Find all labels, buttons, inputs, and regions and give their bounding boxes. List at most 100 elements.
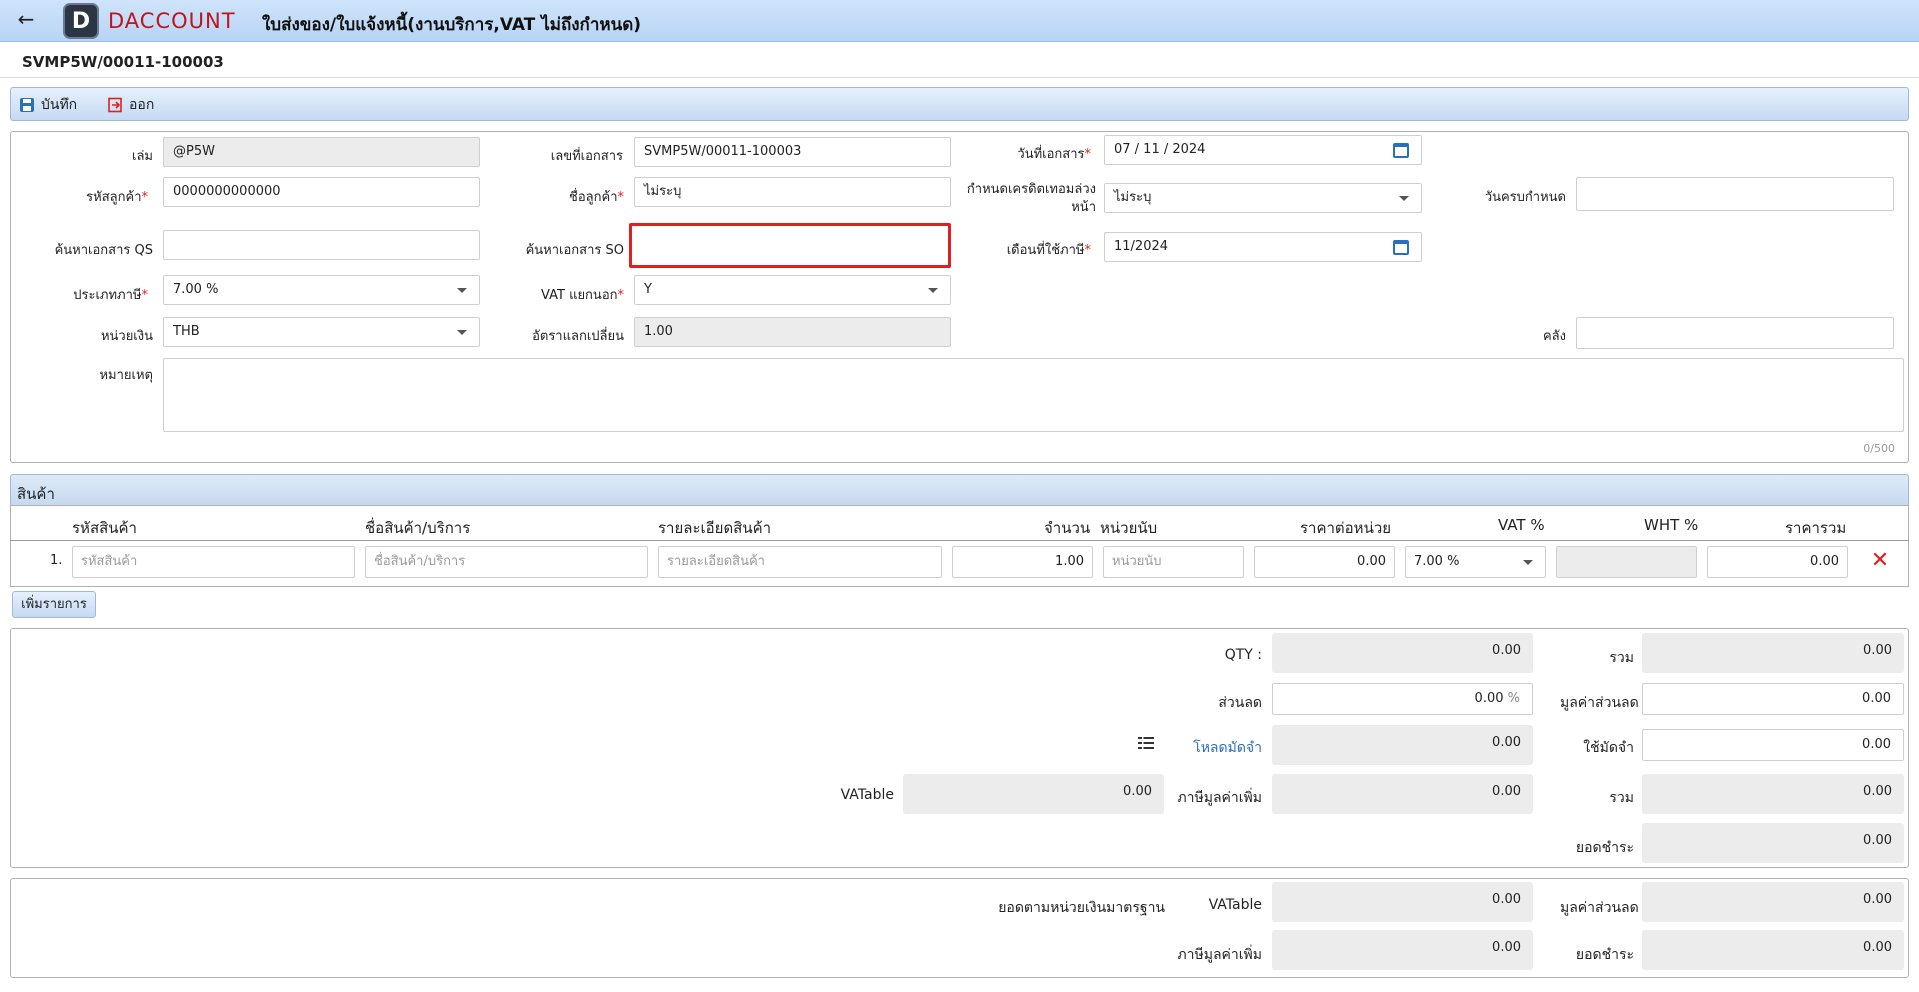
deposit-value: 0.00 [1272, 725, 1533, 765]
unit-input[interactable]: หน่วยนับ [1103, 546, 1244, 578]
pay-value: 0.00 [1642, 823, 1904, 863]
total-label: รวม [1609, 790, 1634, 806]
document-number: SVMP5W/00011-100003 [22, 53, 224, 71]
warehouse-label: คลัง [1542, 329, 1566, 344]
total-value: 0.00 [1642, 774, 1904, 814]
base-vatable-value: 0.00 [1272, 882, 1533, 922]
so-search-label: ค้นหาเอกสาร SO [525, 243, 624, 258]
use-deposit-input[interactable]: 0.00 [1642, 729, 1904, 761]
credit-term-select[interactable]: ไม่ระบุ [1104, 183, 1422, 213]
remark-textarea[interactable] [163, 358, 1904, 432]
total-input: 0.00 [1707, 546, 1848, 578]
save-button[interactable]: บันทึก [19, 95, 77, 115]
col-product-name: ชื่อสินค้า/บริการ [365, 519, 471, 537]
save-label: บันทึก [41, 97, 78, 113]
custcode-field[interactable]: 0000000000000 [163, 177, 480, 207]
taxmonth-field[interactable]: 11/2024 [1104, 232, 1422, 262]
custcode-label: รหัสลูกค้า* [86, 190, 148, 205]
qs-search-label: ค้นหาเอกสาร QS [54, 243, 153, 258]
duedate-label: วันครบกำหนด [1484, 190, 1566, 205]
add-item-button[interactable]: เพิ่มรายการ [12, 591, 96, 618]
list-icon[interactable] [1138, 736, 1154, 750]
page-title: ใบส่งของ/ใบแจ้งหนี้(งานบริการ,VAT ไม่ถึง… [262, 15, 642, 35]
app-header: ← D DACCOUNT ใบส่งของ/ใบแจ้งหนี้(งานบริก… [0, 0, 1919, 42]
docno-label: เลขที่เอกสาร [550, 149, 623, 164]
chevron-down-icon [457, 330, 467, 335]
rate-field: 1.00 [634, 317, 951, 347]
base-vatable-label: VATable [1208, 897, 1262, 913]
logo-icon: D [63, 3, 99, 39]
exit-button[interactable]: ออก [107, 95, 154, 115]
delete-row-icon[interactable]: ✕ [1870, 550, 1890, 572]
vatable-value: 0.00 [903, 774, 1164, 814]
col-product-detail: รายละเอียดสินค้า [658, 519, 772, 537]
docno-field[interactable]: SVMP5W/00011-100003 [634, 137, 951, 167]
col-product-code: รหัสสินค้า [72, 519, 137, 537]
col-wht: WHT % [1644, 516, 1699, 534]
products-section-header: สินค้า [10, 474, 1909, 506]
use-deposit-label: ใช้มัดจำ [1583, 740, 1634, 756]
unit-price-input[interactable]: 0.00 [1254, 546, 1395, 578]
docdate-field[interactable]: 07 / 11 / 2024 [1104, 135, 1422, 165]
col-unit: หน่วยนับ [1100, 519, 1158, 537]
col-unit-price: ราคาต่อหน่วย [1300, 519, 1392, 537]
discount-amount-label: มูลค่าส่วนลด [1560, 695, 1639, 711]
rate-label: อัตราแลกเปลี่ยน [532, 329, 624, 344]
vat-amount-value: 0.00 [1272, 774, 1533, 814]
custname-field[interactable]: ไม่ระบุ [634, 177, 951, 207]
remark-label: หมายเหตุ [99, 368, 153, 383]
discount-input[interactable]: 0.00 % [1272, 683, 1533, 715]
book-label: เล่ม [132, 149, 153, 164]
book-field: @P5W [163, 137, 480, 167]
load-deposit-link[interactable]: โหลดมัดจำ [1170, 737, 1262, 759]
sum-label: รวม [1609, 650, 1634, 666]
chevron-down-icon [457, 288, 467, 293]
remark-counter: 0/500 [1863, 442, 1895, 455]
so-search-field[interactable] [629, 223, 951, 268]
logo-text: DACCOUNT [108, 9, 236, 33]
base-discount-value: 0.00 [1642, 882, 1904, 922]
sum-value: 0.00 [1642, 633, 1904, 673]
save-icon [20, 98, 34, 112]
taxmonth-label: เดือนที่ใช้ภาษี* [1006, 243, 1091, 258]
product-name-input[interactable]: ชื่อสินค้า/บริการ [365, 546, 648, 578]
exit-label: ออก [129, 97, 155, 113]
qty-label: QTY : [1224, 647, 1262, 663]
base-currency-title: ยอดตามหน่วยเงินมาตรฐาน [998, 900, 1165, 916]
base-vat-label: ภาษีมูลค่าเพิ่ม [1177, 947, 1262, 963]
discount-amount-input[interactable]: 0.00 [1642, 683, 1904, 715]
vatsep-select[interactable]: Y [634, 275, 951, 305]
discount-label: ส่วนลด [1218, 695, 1262, 711]
product-code-input[interactable]: รหัสสินค้า [72, 546, 355, 578]
exit-icon [108, 97, 122, 113]
toolbar: บันทึก ออก [10, 87, 1909, 121]
wht-input [1556, 546, 1697, 578]
vatable-label: VATable [840, 787, 894, 803]
credit-term-label: กำหนดเครดิตเทอมล่วง หน้า [966, 182, 1096, 215]
back-arrow-icon[interactable]: ← [14, 8, 38, 32]
custname-label: ชื่อลูกค้า* [569, 190, 624, 205]
vatsep-label: VAT แยกนอก* [541, 288, 624, 303]
col-vat: VAT % [1498, 516, 1545, 534]
pay-label: ยอดชำระ [1575, 840, 1634, 856]
col-total: ราคารวม [1785, 519, 1847, 537]
chevron-down-icon [1523, 560, 1533, 565]
currency-select[interactable]: THB [163, 317, 480, 347]
docdate-label: วันที่เอกสาร* [1017, 147, 1091, 162]
vat-select[interactable]: 7.00 % [1405, 546, 1546, 578]
product-detail-input[interactable]: รายละเอียดสินค้า [658, 546, 942, 578]
taxtype-select[interactable]: 7.00 % [163, 275, 480, 305]
duedate-field[interactable] [1576, 177, 1894, 211]
calendar-icon[interactable] [1393, 240, 1409, 255]
base-discount-label: มูลค่าส่วนลด [1560, 900, 1639, 916]
qs-search-field[interactable] [163, 230, 480, 260]
calendar-icon[interactable] [1393, 143, 1409, 158]
warehouse-field[interactable] [1576, 317, 1894, 349]
quantity-input[interactable]: 1.00 [952, 546, 1093, 578]
col-quantity: จำนวน [1044, 519, 1091, 537]
table-header-divider [10, 540, 1909, 541]
chevron-down-icon [1399, 196, 1409, 201]
row-number: 1. [50, 553, 63, 568]
base-vat-value: 0.00 [1272, 930, 1533, 970]
products-section-title: สินค้า [17, 485, 55, 503]
